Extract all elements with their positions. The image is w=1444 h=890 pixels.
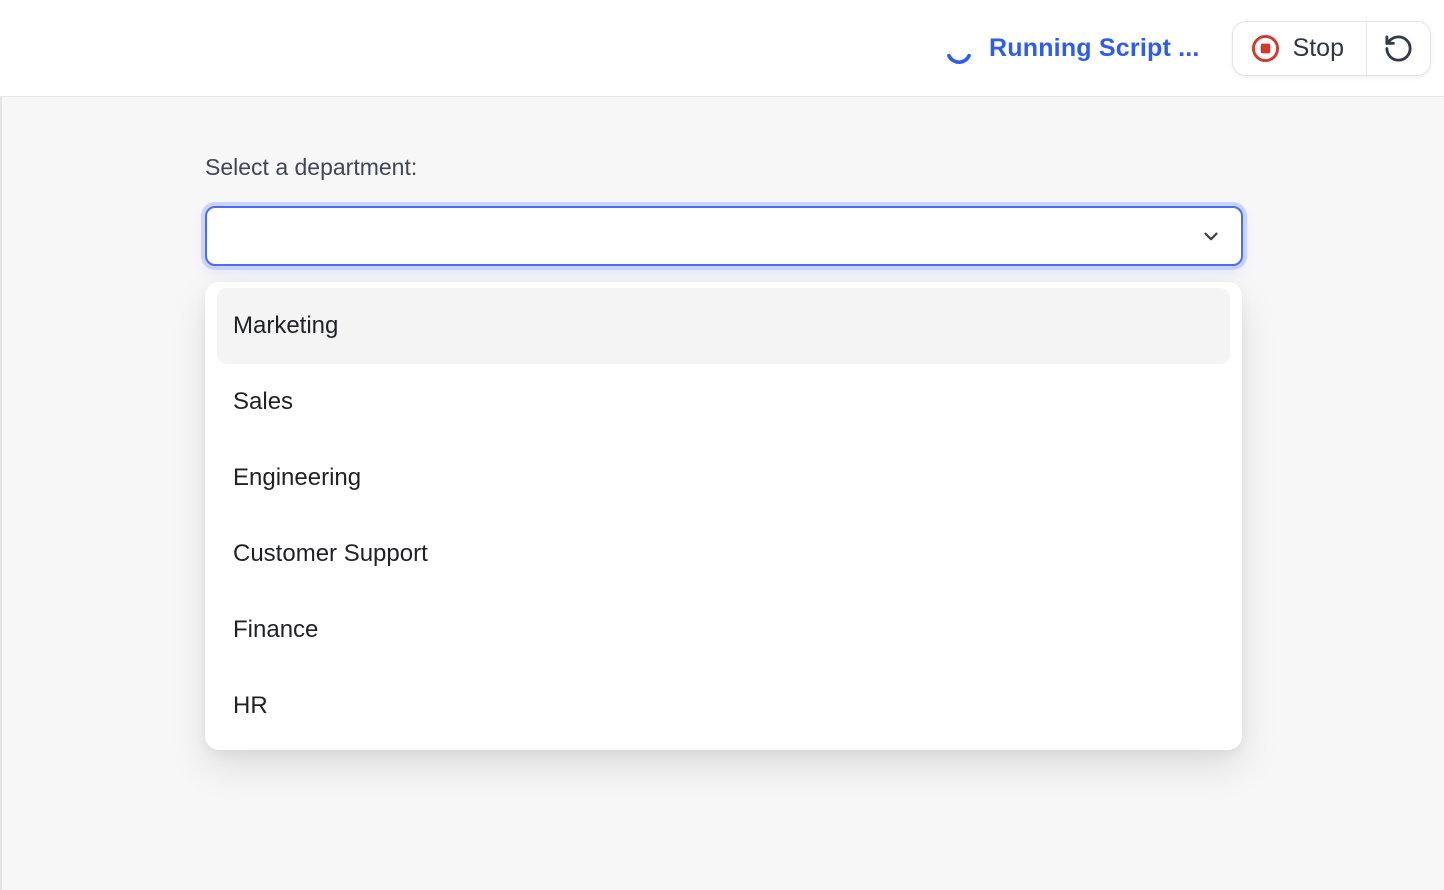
dropdown-option-customer-support[interactable]: Customer Support	[217, 516, 1230, 592]
script-output-panel: Select a department: MarketingSalesEngin…	[0, 97, 1444, 890]
dropdown-option-finance[interactable]: Finance	[217, 592, 1230, 668]
dropdown-option-hr[interactable]: HR	[217, 668, 1230, 744]
chevron-down-icon	[1200, 225, 1222, 247]
department-dropdown-menu: MarketingSalesEngineeringCustomer Suppor…	[205, 282, 1242, 750]
stop-circle-icon	[1251, 34, 1280, 63]
rotate-ccw-icon	[1383, 33, 1414, 64]
running-status: Running Script ...	[945, 30, 1200, 66]
dropdown-option-marketing[interactable]: Marketing	[217, 288, 1230, 364]
top-bar: Running Script ... Stop	[0, 0, 1444, 97]
script-controls-group: Stop	[1232, 21, 1431, 76]
dropdown-option-sales[interactable]: Sales	[217, 364, 1230, 440]
department-select[interactable]	[205, 206, 1243, 266]
dropdown-option-engineering[interactable]: Engineering	[217, 440, 1230, 516]
stop-button-label: Stop	[1293, 34, 1344, 63]
running-status-label: Running Script ...	[989, 34, 1200, 63]
stop-button[interactable]: Stop	[1233, 22, 1366, 75]
department-field-label: Select a department:	[205, 154, 1444, 181]
spinner-arc-icon	[945, 38, 973, 66]
reset-button[interactable]	[1367, 22, 1430, 75]
